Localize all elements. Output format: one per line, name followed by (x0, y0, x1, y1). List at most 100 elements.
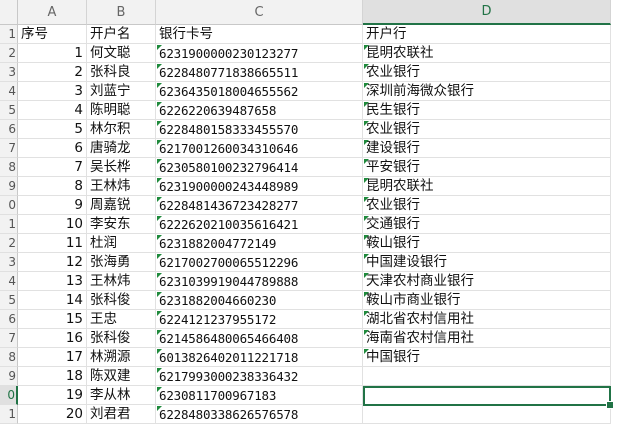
column-header-b[interactable]: B (87, 0, 156, 25)
name-cell[interactable]: 陈双建 (87, 367, 156, 386)
row-header[interactable]: 1 (0, 405, 18, 424)
card-number-cell[interactable]: 6222620210035616421 (156, 215, 363, 234)
row-header[interactable]: 8 (0, 158, 18, 177)
bank-cell[interactable]: 交通银行 (363, 215, 611, 234)
seq-cell[interactable]: 1 (18, 44, 87, 63)
name-cell[interactable]: 林溯源 (87, 348, 156, 367)
bank-cell[interactable]: 昆明农联社 (363, 177, 611, 196)
bank-cell[interactable]: 深圳前海微众银行 (363, 82, 611, 101)
bank-cell[interactable]: 天津农村商业银行 (363, 272, 611, 291)
bank-cell[interactable]: 平安银行 (363, 158, 611, 177)
row-header[interactable]: 5 (0, 101, 18, 120)
row-header[interactable]: 4 (0, 272, 18, 291)
name-cell[interactable]: 王林炜 (87, 177, 156, 196)
seq-cell[interactable]: 16 (18, 329, 87, 348)
name-cell[interactable]: 林尔积 (87, 120, 156, 139)
select-all-corner[interactable] (0, 0, 18, 25)
spreadsheet[interactable]: ABCD 123456789012345678901 序号 开户名 银行卡号 开户行 1… (0, 0, 630, 436)
column-header-d[interactable]: D (363, 0, 611, 25)
bank-cell[interactable]: 农业银行 (363, 120, 611, 139)
name-cell[interactable]: 刘君君 (87, 405, 156, 424)
name-cell[interactable]: 吴长桦 (87, 158, 156, 177)
bank-cell[interactable]: 农业银行 (363, 196, 611, 215)
row-header[interactable]: 7 (0, 329, 18, 348)
seq-cell[interactable]: 5 (18, 120, 87, 139)
seq-cell[interactable]: 15 (18, 310, 87, 329)
row-header[interactable]: 0 (0, 386, 18, 405)
row-header[interactable]: 2 (0, 234, 18, 253)
bank-cell[interactable]: 农业银行 (363, 63, 611, 82)
column-header-c[interactable]: C (156, 0, 363, 25)
seq-cell[interactable]: 19 (18, 386, 87, 405)
card-number-cell[interactable]: 6217002700065512296 (156, 253, 363, 272)
seq-cell[interactable]: 6 (18, 139, 87, 158)
row-header[interactable]: 3 (0, 253, 18, 272)
card-number-cell[interactable]: 6230580100232796414 (156, 158, 363, 177)
bank-cell[interactable]: 昆明农联社 (363, 44, 611, 63)
bank-cell[interactable]: 建设银行 (363, 139, 611, 158)
name-cell[interactable]: 王忠 (87, 310, 156, 329)
seq-cell[interactable]: 18 (18, 367, 87, 386)
bank-cell[interactable]: 湖北省农村信用社 (363, 310, 611, 329)
card-number-cell[interactable]: 6226220639487658 (156, 101, 363, 120)
header-cell-name[interactable]: 开户名 (87, 25, 156, 44)
card-number-cell[interactable]: 6228480158333455570 (156, 120, 363, 139)
seq-cell[interactable]: 20 (18, 405, 87, 424)
bank-cell[interactable]: 中国银行 (363, 348, 611, 367)
row-header[interactable]: 2 (0, 44, 18, 63)
card-number-cell[interactable]: 6013826402011221718 (156, 348, 363, 367)
name-cell[interactable]: 张科俊 (87, 291, 156, 310)
card-number-cell[interactable]: 6228480338626576578 (156, 405, 363, 424)
bank-cell[interactable]: 鞍山市商业银行 (363, 291, 611, 310)
bank-cell[interactable]: 中国建设银行 (363, 253, 611, 272)
seq-cell[interactable]: 7 (18, 158, 87, 177)
row-header[interactable]: 7 (0, 139, 18, 158)
header-cell-bank[interactable]: 开户行 (363, 25, 611, 44)
name-cell[interactable]: 周嘉锐 (87, 196, 156, 215)
row-header[interactable]: 4 (0, 82, 18, 101)
column-header-a[interactable]: A (18, 0, 87, 25)
bank-cell[interactable]: 海南省农村信用社 (363, 329, 611, 348)
row-header[interactable]: 8 (0, 348, 18, 367)
seq-cell[interactable]: 10 (18, 215, 87, 234)
name-cell[interactable]: 唐骑龙 (87, 139, 156, 158)
name-cell[interactable]: 李从林 (87, 386, 156, 405)
header-cell-card[interactable]: 银行卡号 (156, 25, 363, 44)
active-cell-selection[interactable] (363, 386, 611, 406)
name-cell[interactable]: 张科俊 (87, 329, 156, 348)
card-number-cell[interactable]: 6231900000230123277 (156, 44, 363, 63)
card-number-cell[interactable]: 6228481436723428277 (156, 196, 363, 215)
row-header[interactable]: 9 (0, 177, 18, 196)
row-header[interactable]: 5 (0, 291, 18, 310)
card-number-cell[interactable]: 6231039919044789888 (156, 272, 363, 291)
name-cell[interactable]: 张科良 (87, 63, 156, 82)
seq-cell[interactable]: 12 (18, 253, 87, 272)
bank-cell[interactable] (363, 405, 611, 424)
name-cell[interactable]: 何文聪 (87, 44, 156, 63)
seq-cell[interactable]: 17 (18, 348, 87, 367)
row-header[interactable]: 1 (0, 25, 18, 44)
name-cell[interactable]: 张海勇 (87, 253, 156, 272)
header-cell-seq[interactable]: 序号 (18, 25, 87, 44)
row-header[interactable]: 9 (0, 367, 18, 386)
name-cell[interactable]: 李安东 (87, 215, 156, 234)
card-number-cell[interactable]: 6231882004660230 (156, 291, 363, 310)
card-number-cell[interactable]: 6236435018004655562 (156, 82, 363, 101)
name-cell[interactable]: 王林炜 (87, 272, 156, 291)
row-header[interactable]: 3 (0, 63, 18, 82)
seq-cell[interactable]: 14 (18, 291, 87, 310)
card-number-cell[interactable]: 6217993000238336432 (156, 367, 363, 386)
seq-cell[interactable]: 3 (18, 82, 87, 101)
row-header[interactable]: 0 (0, 196, 18, 215)
card-number-cell[interactable]: 6224121237955172 (156, 310, 363, 329)
card-number-cell[interactable]: 6231882004772149 (156, 234, 363, 253)
seq-cell[interactable]: 9 (18, 196, 87, 215)
bank-cell[interactable]: 鞍山银行 (363, 234, 611, 253)
card-number-cell[interactable]: 6217001260034310646 (156, 139, 363, 158)
fill-handle[interactable] (606, 401, 614, 409)
card-number-cell[interactable]: 6228480771838665511 (156, 63, 363, 82)
row-header[interactable]: 6 (0, 120, 18, 139)
seq-cell[interactable]: 13 (18, 272, 87, 291)
seq-cell[interactable]: 4 (18, 101, 87, 120)
seq-cell[interactable]: 11 (18, 234, 87, 253)
